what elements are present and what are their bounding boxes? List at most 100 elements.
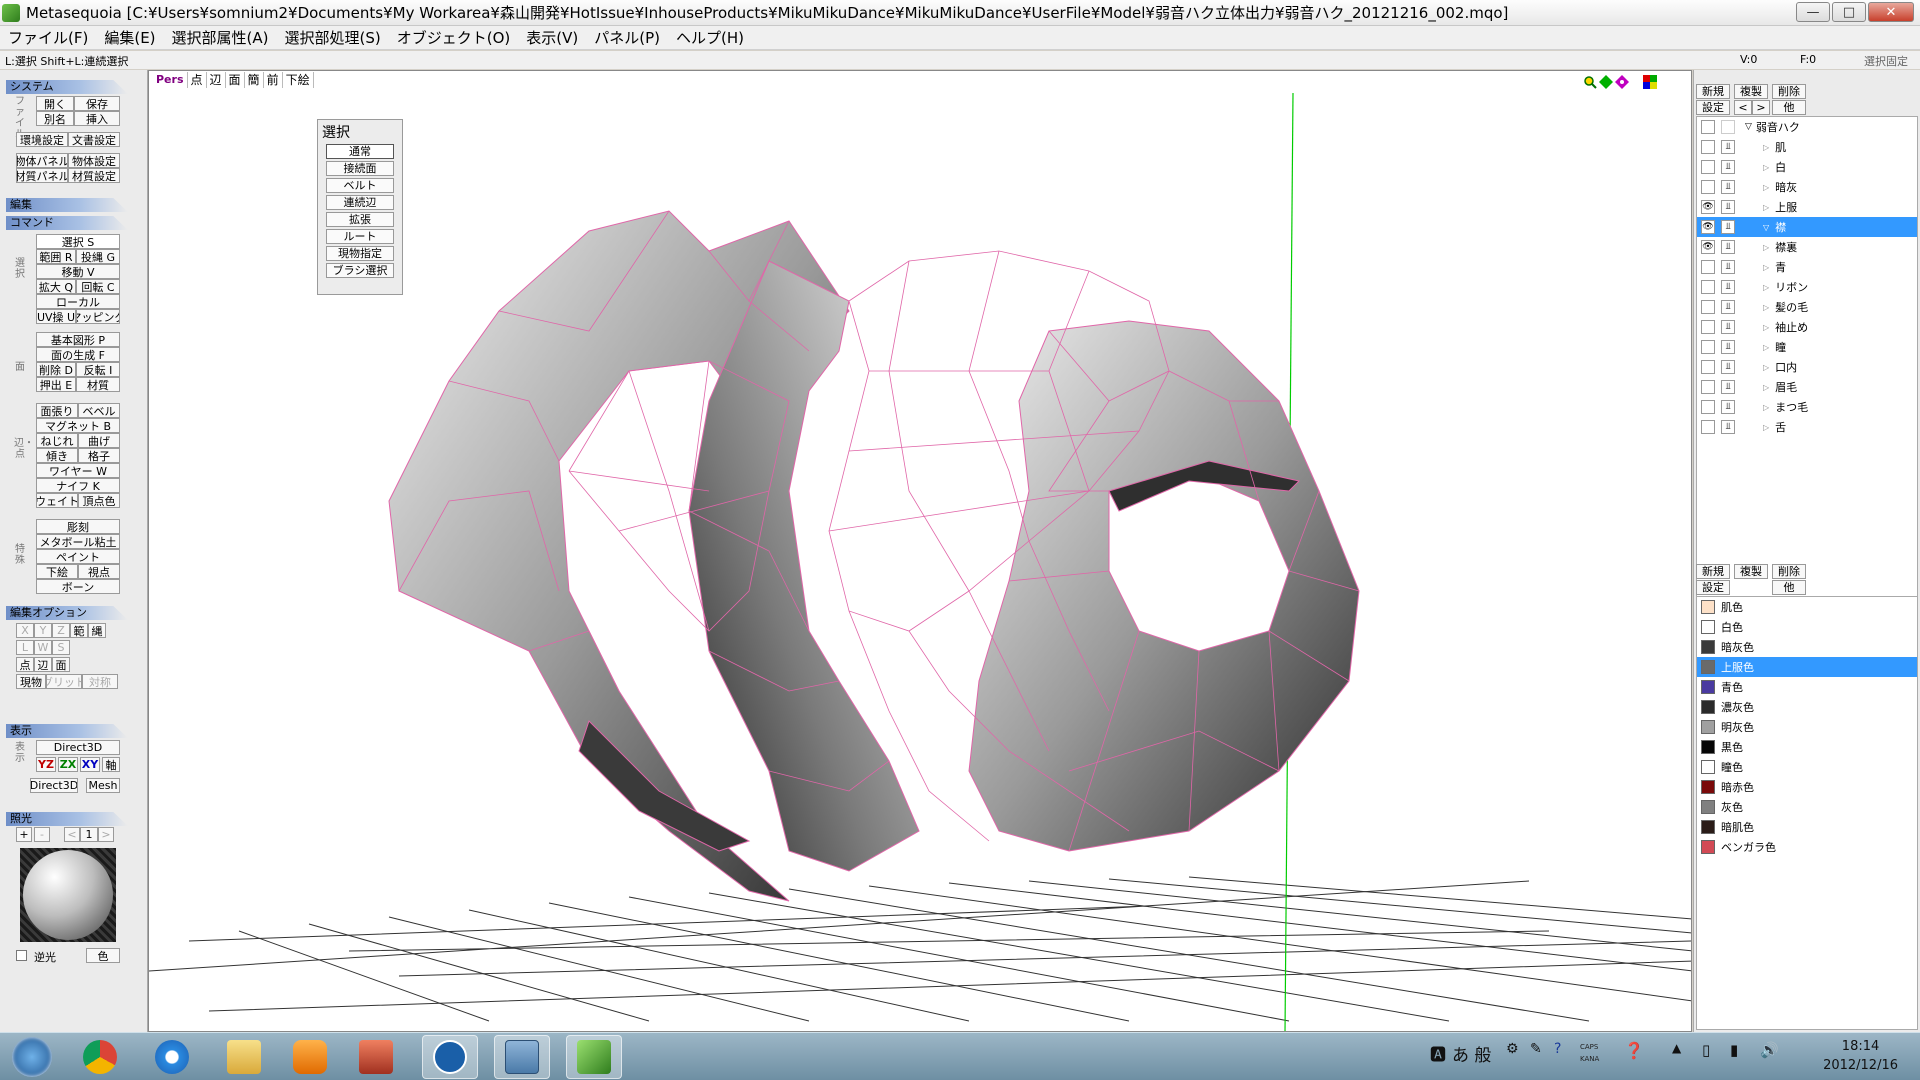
material-other-button[interactable]: 他	[1772, 580, 1806, 595]
object-row[interactable]: ⫫ ▷ 肌	[1697, 137, 1917, 157]
material-row[interactable]: 青色	[1697, 677, 1917, 697]
object-row[interactable]: ⫫ ▷ 口内	[1697, 357, 1917, 377]
ime-mode[interactable]: あ 般	[1452, 1041, 1491, 1066]
object-row[interactable]: ⫫ ▷ 髪の毛	[1697, 297, 1917, 317]
visibility-toggle[interactable]	[1701, 140, 1715, 154]
object-clone-button[interactable]: 複製	[1734, 84, 1768, 99]
weight-button[interactable]: ウェイト	[36, 493, 78, 508]
tab-perspective[interactable]: Pers	[153, 72, 188, 88]
object-settings-button[interactable]: 物体設定	[68, 153, 120, 168]
twist-button[interactable]: ねじれ	[36, 433, 78, 448]
taskbar-app-metasequoia[interactable]	[566, 1035, 622, 1079]
edit-section-header[interactable]: 編集	[6, 198, 128, 212]
object-new-button[interactable]: 新規	[1696, 84, 1730, 99]
menu-help[interactable]: ヘルプ(H)	[668, 27, 752, 48]
material-new-button[interactable]: 新規	[1696, 564, 1730, 579]
paint-button[interactable]: ペイント	[36, 549, 120, 564]
visibility-toggle[interactable]	[1701, 280, 1715, 294]
tab-simple[interactable]: 簡	[245, 72, 264, 88]
visibility-toggle[interactable]	[1701, 340, 1715, 354]
lock-icon[interactable]: ⫫	[1721, 240, 1735, 254]
light-prev-button[interactable]: <	[64, 827, 80, 842]
lock-icon[interactable]: ⫫	[1721, 200, 1735, 214]
material-row[interactable]: ベンガラ色	[1697, 837, 1917, 857]
visibility-toggle[interactable]	[1701, 420, 1715, 434]
material-row[interactable]: 肌色	[1697, 597, 1917, 617]
menu-file[interactable]: ファイル(F)	[0, 27, 96, 48]
object-other-button[interactable]: 他	[1772, 100, 1806, 115]
system-section-header[interactable]: システム	[6, 80, 128, 94]
minimize-button[interactable]: —	[1796, 2, 1830, 22]
visibility-toggle[interactable]	[1701, 160, 1715, 174]
bevel-button[interactable]: ベベル	[78, 403, 120, 418]
menu-object[interactable]: オブジェクト(O)	[389, 27, 519, 48]
material-settings-button[interactable]: 材質設定	[68, 168, 120, 183]
env-settings-button[interactable]: 環境設定	[16, 132, 68, 147]
insert-button[interactable]: 挿入	[74, 111, 120, 126]
clock[interactable]: 18:14 2012/12/16	[1823, 1037, 1898, 1075]
taskbar-app[interactable]	[348, 1035, 404, 1079]
tab-edge[interactable]: 辺	[207, 72, 226, 88]
lock-icon[interactable]: ⫫	[1721, 280, 1735, 294]
taskbar-app[interactable]	[144, 1035, 200, 1079]
object-row[interactable]: ⫫ ▷ リボン	[1697, 277, 1917, 297]
menu-selection-process[interactable]: 選択部処理(S)	[277, 27, 389, 48]
direct3d-button[interactable]: Direct3D	[36, 740, 120, 755]
select-route-button[interactable]: ルート	[326, 229, 394, 244]
rotate-view-icon[interactable]	[1615, 75, 1629, 89]
material-tool-button[interactable]: 材質	[76, 377, 120, 392]
point-option-toggle[interactable]: 点	[16, 657, 34, 672]
material-row[interactable]: 瞳色	[1697, 757, 1917, 777]
face-stretch-button[interactable]: 面張り	[36, 403, 78, 418]
underlay-button[interactable]: 下絵	[36, 564, 78, 579]
material-row[interactable]: 濃灰色	[1697, 697, 1917, 717]
taskbar-app[interactable]	[494, 1035, 550, 1079]
light-sphere-preview[interactable]	[20, 848, 116, 942]
rotate-tool-button[interactable]: 回転 C	[76, 279, 120, 294]
vertex-color-button[interactable]: 頂点色	[78, 493, 120, 508]
light-next-button[interactable]: >	[98, 827, 114, 842]
material-row[interactable]: 白色	[1697, 617, 1917, 637]
close-button[interactable]: ✕	[1868, 2, 1914, 22]
taskbar-app[interactable]	[72, 1035, 128, 1079]
uv-tool-button[interactable]: UV操 U	[36, 309, 76, 324]
wire-button[interactable]: ワイヤー W	[36, 463, 120, 478]
range-tool-button[interactable]: 範囲 R	[36, 249, 76, 264]
menu-panel[interactable]: パネル(P)	[586, 27, 668, 48]
zoom-icon[interactable]	[1583, 75, 1597, 89]
lock-icon[interactable]: ⫫	[1721, 300, 1735, 314]
lock-icon[interactable]: ⫫	[1721, 340, 1735, 354]
material-row[interactable]: 灰色	[1697, 797, 1917, 817]
extrude-tool-button[interactable]: 押出 E	[36, 377, 76, 392]
tab-underlay[interactable]: 下絵	[283, 72, 314, 88]
face-generate-button[interactable]: 面の生成 F	[36, 347, 120, 362]
ime-help-icon[interactable]: ?	[1554, 1041, 1561, 1057]
material-delete-button[interactable]: 削除	[1772, 564, 1806, 579]
magnet-button[interactable]: マグネット B	[36, 418, 120, 433]
w-option-toggle[interactable]: W	[34, 640, 52, 655]
selection-fix-button[interactable]: 選択固定	[1864, 53, 1908, 69]
mapping-tool-button[interactable]: マッピング	[76, 309, 120, 324]
object-row[interactable]: ⫫ ▷ 舌	[1697, 417, 1917, 437]
visibility-toggle[interactable]	[1701, 260, 1715, 274]
zx-view-button[interactable]: ZX	[58, 757, 78, 772]
object-prev-button[interactable]: <	[1734, 100, 1752, 115]
tab-front[interactable]: 前	[264, 72, 283, 88]
yz-view-button[interactable]: YZ	[36, 757, 56, 772]
object-row[interactable]: ⫫ ▷ 眉毛	[1697, 377, 1917, 397]
visibility-toggle[interactable]	[1701, 400, 1715, 414]
sculpt-button[interactable]: 彫刻	[36, 519, 120, 534]
direct3d-small-button[interactable]: Direct3D	[30, 778, 78, 793]
visibility-toggle[interactable]	[1701, 360, 1715, 374]
axis-x-toggle[interactable]: X	[16, 623, 34, 638]
backlight-checkbox[interactable]	[16, 950, 27, 961]
current-object-toggle[interactable]: 現物	[16, 674, 46, 689]
tab-face[interactable]: 面	[226, 72, 245, 88]
visibility-toggle[interactable]	[1701, 380, 1715, 394]
object-delete-button[interactable]: 削除	[1772, 84, 1806, 99]
select-continuous-edge-button[interactable]: 連続辺	[326, 195, 394, 210]
s-option-toggle[interactable]: S	[52, 640, 70, 655]
grid-toggle[interactable]: グリッド	[46, 674, 82, 689]
lock-icon[interactable]: ⫫	[1721, 260, 1735, 274]
light-remove-button[interactable]: -	[34, 827, 50, 842]
